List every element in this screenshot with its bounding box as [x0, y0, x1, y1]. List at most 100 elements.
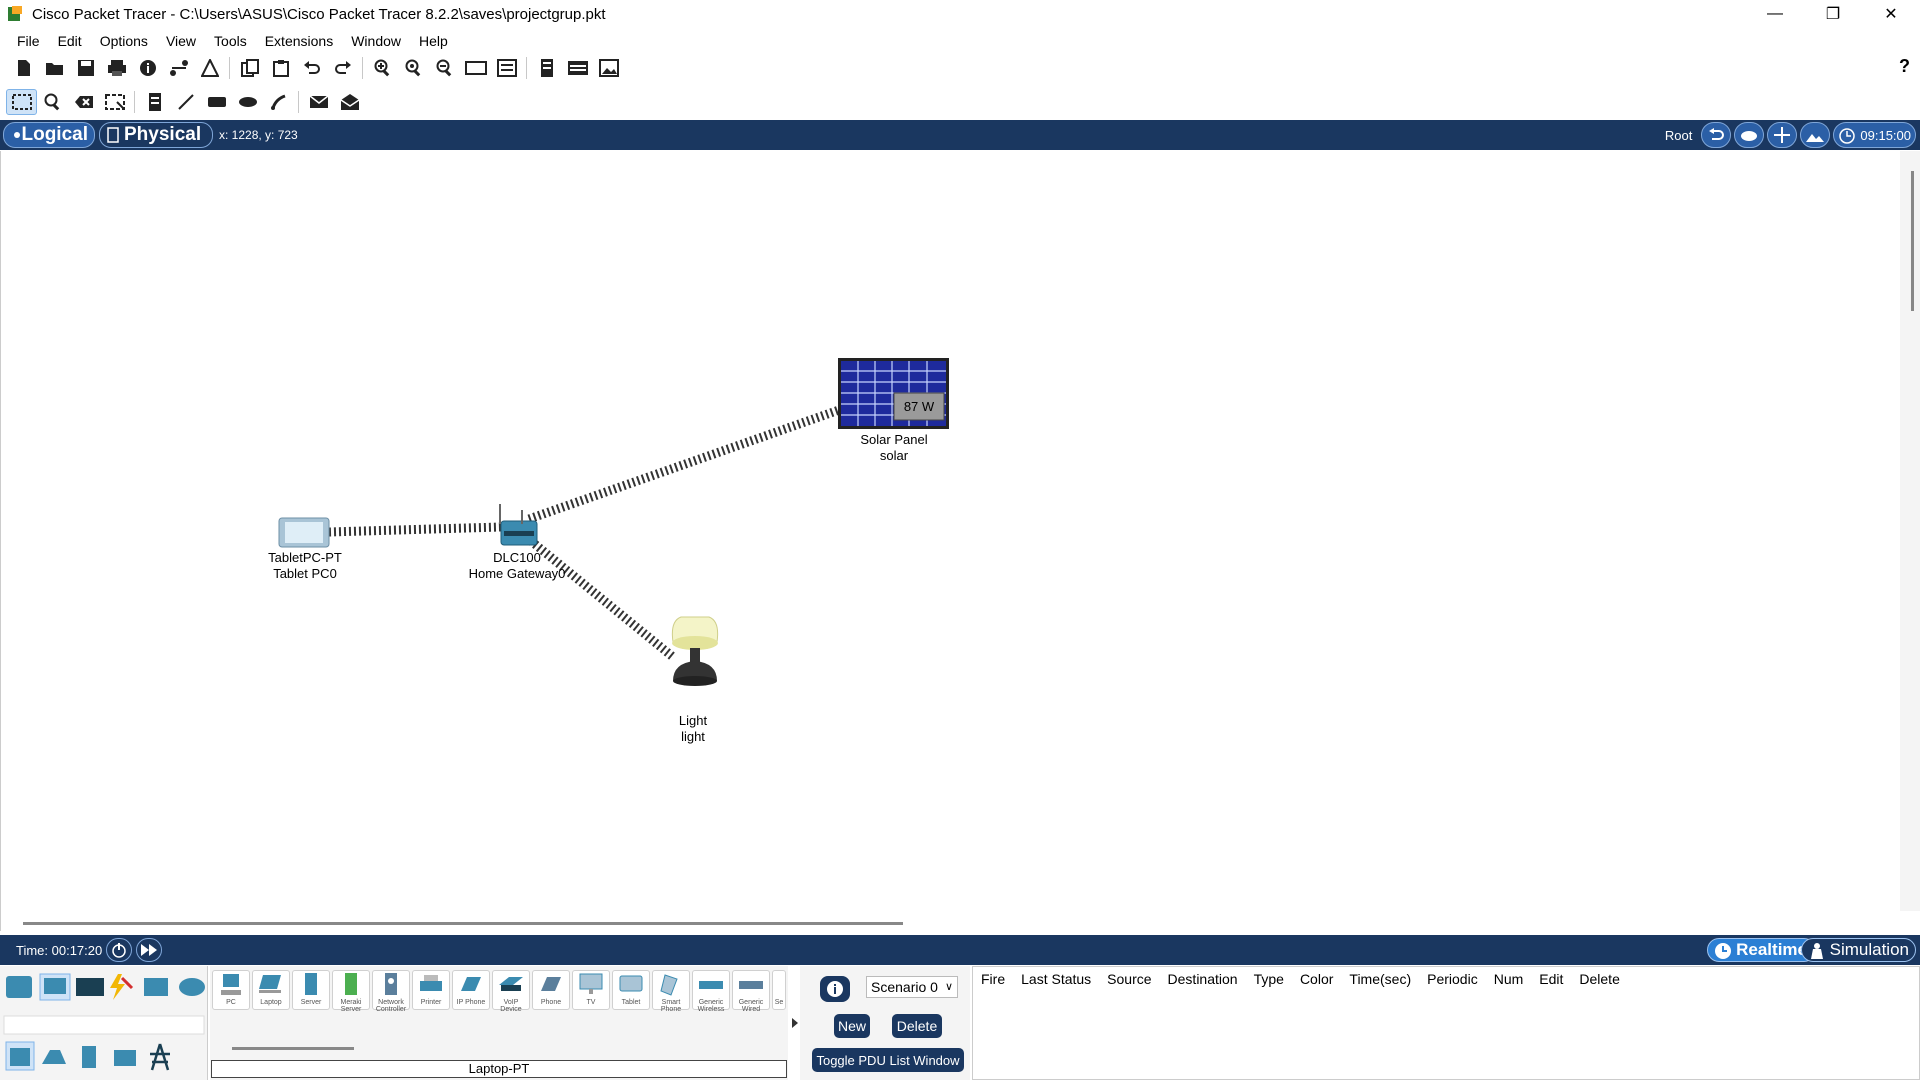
network-devices-category[interactable]	[6, 976, 32, 998]
device-voip[interactable]: VoIP Device	[492, 970, 530, 1013]
draw-line-button[interactable]	[170, 89, 201, 115]
delete-scenario-button[interactable]: Delete	[892, 1014, 942, 1038]
menu-file[interactable]: File	[8, 33, 49, 49]
open-button[interactable]	[39, 55, 70, 81]
device-pc[interactable]: PC	[212, 970, 250, 1010]
restore-button[interactable]: ❐	[1804, 0, 1862, 28]
tablet-pc-device[interactable]	[278, 517, 330, 548]
device-smartphone[interactable]: Smart Phone	[652, 970, 690, 1013]
device-more[interactable]: Se	[772, 970, 786, 1010]
miscellaneous-category[interactable]	[144, 978, 168, 996]
save-button[interactable]	[70, 55, 101, 81]
activity-wizard-button[interactable]	[194, 55, 225, 81]
elapsed-time: Time: 00:17:20	[16, 942, 103, 958]
realtime-label: Realtime	[1736, 940, 1807, 959]
redo-button[interactable]	[327, 55, 358, 81]
smart-city-category[interactable]	[42, 1050, 66, 1064]
drawing-palette-button[interactable]	[460, 55, 491, 81]
freeform-button[interactable]	[263, 89, 294, 115]
multiuser-connection-category[interactable]	[179, 978, 205, 996]
minimize-button[interactable]: —	[1746, 0, 1804, 28]
device-panel-scrollbar[interactable]	[232, 1047, 354, 1050]
vertical-scroll-thumb[interactable]	[1911, 171, 1914, 311]
device-network-controller[interactable]: Network Controller	[372, 970, 410, 1013]
device-ip-phone[interactable]: IP Phone	[452, 970, 490, 1010]
copy-button[interactable]	[234, 55, 265, 81]
vertical-scrollbar[interactable]	[1900, 151, 1920, 911]
close-button[interactable]: ✕	[1862, 0, 1920, 28]
add-complex-pdu-button[interactable]	[334, 89, 365, 115]
connections-category[interactable]	[110, 974, 134, 1000]
pdu-panel-toggle[interactable]	[790, 1016, 800, 1030]
background-button[interactable]	[1800, 122, 1831, 148]
view-button[interactable]	[562, 55, 593, 81]
device-generic-wired[interactable]: Generic Wired	[732, 970, 770, 1013]
cluster-button[interactable]	[1734, 122, 1765, 148]
components-category[interactable]	[76, 978, 104, 996]
menu-options[interactable]: Options	[91, 33, 157, 49]
pdu-list-button[interactable]	[531, 55, 562, 81]
solar-panel-device[interactable]	[838, 358, 949, 429]
logical-workspace[interactable]: 87 W TabletPC-PT Tablet PC0 DLC100 Home …	[0, 151, 1920, 931]
draw-ellipse-button[interactable]	[232, 89, 263, 115]
place-note-icon	[148, 93, 161, 111]
tab-logical[interactable]: Logical	[3, 122, 95, 148]
realtime-mode-button[interactable]: Realtime	[1707, 938, 1816, 962]
menu-extensions[interactable]: Extensions	[256, 33, 342, 49]
draw-rectangle-button[interactable]	[201, 89, 232, 115]
industrial-category[interactable]	[82, 1046, 96, 1068]
simulation-mode-button[interactable]: Simulation	[1800, 938, 1916, 962]
new-button[interactable]	[8, 55, 39, 81]
add-simple-pdu-button[interactable]	[303, 89, 334, 115]
custom-device-button[interactable]	[491, 55, 522, 81]
menu-window[interactable]: Window	[342, 33, 410, 49]
zoom-out-button[interactable]	[429, 55, 460, 81]
menu-view[interactable]: View	[157, 33, 205, 49]
device-server[interactable]: Server	[292, 970, 330, 1010]
inspect-button[interactable]	[37, 89, 68, 115]
home-gateway-device[interactable]	[499, 504, 538, 546]
solar-power-reading: 87 W	[903, 399, 935, 414]
zoom-in-button[interactable]	[367, 55, 398, 81]
device-printer[interactable]: Printer	[412, 970, 450, 1010]
select-button[interactable]	[6, 89, 37, 115]
tab-physical[interactable]: Physical	[99, 122, 213, 148]
zoom-reset-button[interactable]	[398, 55, 429, 81]
new-scenario-button[interactable]: New	[834, 1014, 870, 1038]
place-note-button[interactable]	[139, 89, 170, 115]
menu-edit[interactable]: Edit	[49, 33, 91, 49]
end-devices-category[interactable]	[39, 973, 71, 1001]
print-button[interactable]	[101, 55, 132, 81]
light-device[interactable]	[671, 616, 719, 686]
power-cycle-button[interactable]	[106, 938, 133, 962]
screenshot-button[interactable]	[593, 55, 624, 81]
info-button[interactable]	[132, 55, 163, 81]
fast-forward-button[interactable]	[136, 938, 163, 962]
scenario-info-button[interactable]	[820, 976, 850, 1002]
power-tower-category[interactable]	[150, 1043, 170, 1071]
device-generic-wireless[interactable]: Generic Wireless	[692, 970, 730, 1013]
device-laptop[interactable]: Laptop	[252, 970, 290, 1010]
device-tablet[interactable]: Tablet	[612, 970, 650, 1010]
toggle-pdu-list-button[interactable]: Toggle PDU List Window	[812, 1048, 964, 1072]
help-button[interactable]: ?	[1899, 56, 1910, 77]
network-button[interactable]	[163, 55, 194, 81]
clock-display[interactable]: 09:15:00	[1833, 122, 1916, 148]
device-phone[interactable]: Phone	[532, 970, 570, 1010]
add-complex-pdu-icon	[340, 94, 359, 110]
horizontal-scroll-thumb[interactable]	[23, 922, 903, 925]
home-category[interactable]	[5, 1041, 35, 1071]
menu-help[interactable]: Help	[410, 33, 457, 49]
device-meraki-server[interactable]: Meraki Server	[332, 970, 370, 1013]
delete-button[interactable]	[68, 89, 99, 115]
paste-button[interactable]	[265, 55, 296, 81]
info-icon	[139, 60, 156, 76]
undo-button[interactable]	[296, 55, 327, 81]
move-object-button[interactable]	[1767, 122, 1798, 148]
device-tv[interactable]: TV	[572, 970, 610, 1010]
resize-button[interactable]	[99, 89, 130, 115]
menu-tools[interactable]: Tools	[205, 33, 256, 49]
back-button[interactable]	[1701, 122, 1732, 148]
power-grid-category[interactable]	[114, 1050, 136, 1066]
scenario-select[interactable]: Scenario 0 ∨	[866, 976, 958, 998]
